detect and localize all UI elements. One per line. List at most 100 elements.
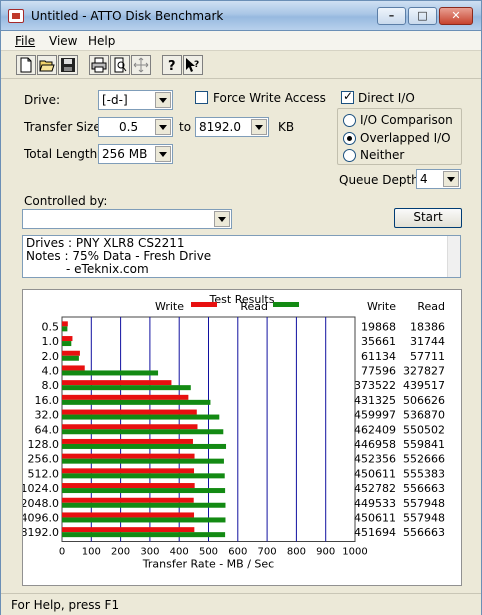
save-icon[interactable] — [58, 55, 78, 75]
transfer-to-value: 8192.0 — [199, 120, 241, 134]
write-bar — [62, 497, 194, 503]
category-label: 512.0 — [28, 467, 60, 480]
category-label: 0.5 — [42, 320, 60, 333]
read-bar — [62, 473, 225, 479]
category-label: 16.0 — [35, 394, 60, 407]
read-bar — [62, 443, 227, 449]
chevron-down-icon[interactable] — [155, 146, 171, 162]
help-icon[interactable]: ? — [162, 55, 182, 75]
move-icon[interactable] — [131, 55, 151, 75]
read-value: 439517 — [403, 379, 445, 392]
menu-help[interactable]: Help — [88, 34, 115, 48]
start-button[interactable]: Start — [394, 208, 462, 228]
write-bar — [62, 394, 189, 400]
chevron-down-icon[interactable] — [214, 211, 230, 227]
read-value: 557948 — [403, 497, 445, 510]
read-bar — [62, 429, 224, 435]
read-value: 31744 — [410, 335, 445, 348]
x-tick-label: 100 — [82, 547, 101, 558]
notes-scrollbar[interactable] — [447, 236, 460, 277]
write-value: 450611 — [354, 467, 396, 480]
read-value: 18386 — [410, 320, 445, 333]
open-icon[interactable] — [37, 55, 57, 75]
print-icon[interactable] — [89, 55, 109, 75]
print-preview-icon[interactable] — [110, 55, 130, 75]
category-label: 64.0 — [35, 423, 60, 436]
drive-value: [-d-] — [102, 93, 128, 107]
x-tick-label: 1000 — [342, 547, 367, 558]
transfer-to-select[interactable]: 8192.0 — [195, 117, 269, 137]
write-bar — [62, 365, 85, 371]
controlled-by-label: Controlled by: — [24, 194, 108, 208]
radio-io-comparison[interactable] — [343, 114, 356, 127]
read-bar — [62, 517, 226, 523]
menu-file[interactable]: File — [15, 34, 35, 48]
write-value: 450611 — [354, 511, 396, 524]
toolbar: ? ? — [1, 52, 481, 79]
read-bar — [62, 458, 224, 464]
read-bar — [62, 532, 226, 538]
title-bar[interactable]: Untitled - ATTO Disk Benchmark – □ ✕ — [1, 1, 481, 31]
total-length-label: Total Length: — [24, 147, 102, 161]
write-value: 451694 — [354, 526, 396, 539]
legend-read-label: Read — [240, 300, 268, 313]
write-bar — [62, 321, 68, 327]
notes-textarea[interactable]: Drives : PNY XLR8 CS2211 Notes : 75% Dat… — [22, 235, 461, 278]
direct-io-checkbox[interactable] — [341, 89, 354, 104]
chevron-down-icon[interactable] — [251, 119, 267, 135]
radio-overlapped-io[interactable] — [343, 132, 356, 145]
write-value: 459997 — [354, 409, 396, 422]
read-value: 556663 — [403, 526, 445, 539]
controlled-by-select[interactable] — [22, 209, 232, 229]
category-label: 32.0 — [35, 409, 60, 422]
category-label: 256.0 — [28, 453, 60, 466]
read-value: 556663 — [403, 482, 445, 495]
close-button[interactable]: ✕ — [439, 7, 473, 25]
read-bar — [62, 414, 220, 420]
write-value: 77596 — [361, 364, 396, 377]
chevron-down-icon[interactable] — [155, 119, 171, 135]
x-tick-label: 0 — [59, 547, 65, 558]
force-write-checkbox[interactable] — [195, 91, 208, 104]
menu-bar: File View Help — [1, 31, 481, 51]
transfer-from-select[interactable]: 0.5 — [98, 117, 173, 137]
context-help-icon[interactable]: ? — [183, 55, 203, 75]
minimize-button[interactable]: – — [377, 7, 406, 25]
x-tick-label: 700 — [258, 547, 277, 558]
app-window: Untitled - ATTO Disk Benchmark – □ ✕ Fil… — [0, 0, 482, 615]
category-label: 128.0 — [28, 438, 60, 451]
chevron-down-icon[interactable] — [155, 92, 171, 108]
write-value: 431325 — [354, 394, 396, 407]
write-value: 449533 — [354, 497, 396, 510]
io-comparison-label: I/O Comparison — [360, 113, 453, 127]
read-value: 557948 — [403, 511, 445, 524]
total-length-select[interactable]: 256 MB — [98, 144, 173, 164]
category-label: 2048.0 — [23, 497, 59, 510]
legend-write-swatch — [191, 302, 217, 307]
maximize-button[interactable]: □ — [408, 7, 437, 25]
read-bar — [62, 488, 226, 494]
drive-select[interactable]: [-d-] — [98, 90, 173, 110]
queue-depth-select[interactable]: 4 — [416, 169, 461, 189]
write-bar — [62, 453, 195, 459]
column-header-write: Write — [367, 300, 396, 313]
write-value: 61134 — [361, 350, 396, 363]
read-value: 550502 — [403, 423, 445, 436]
write-bar — [62, 468, 195, 474]
read-value: 559841 — [403, 438, 445, 451]
write-bar — [62, 409, 197, 415]
chevron-down-icon[interactable] — [443, 171, 459, 187]
app-icon — [8, 9, 24, 23]
read-bar — [62, 385, 191, 391]
read-bar — [62, 502, 226, 508]
legend-read-swatch — [273, 302, 299, 307]
legend-write-label: Write — [155, 300, 184, 313]
write-value: 462409 — [354, 423, 396, 436]
write-bar — [62, 512, 195, 518]
read-bar — [62, 399, 211, 405]
category-label: 1024.0 — [23, 482, 59, 495]
radio-neither[interactable] — [343, 149, 356, 162]
write-bar — [62, 350, 80, 356]
new-icon[interactable] — [16, 55, 36, 75]
menu-view[interactable]: View — [49, 34, 77, 48]
